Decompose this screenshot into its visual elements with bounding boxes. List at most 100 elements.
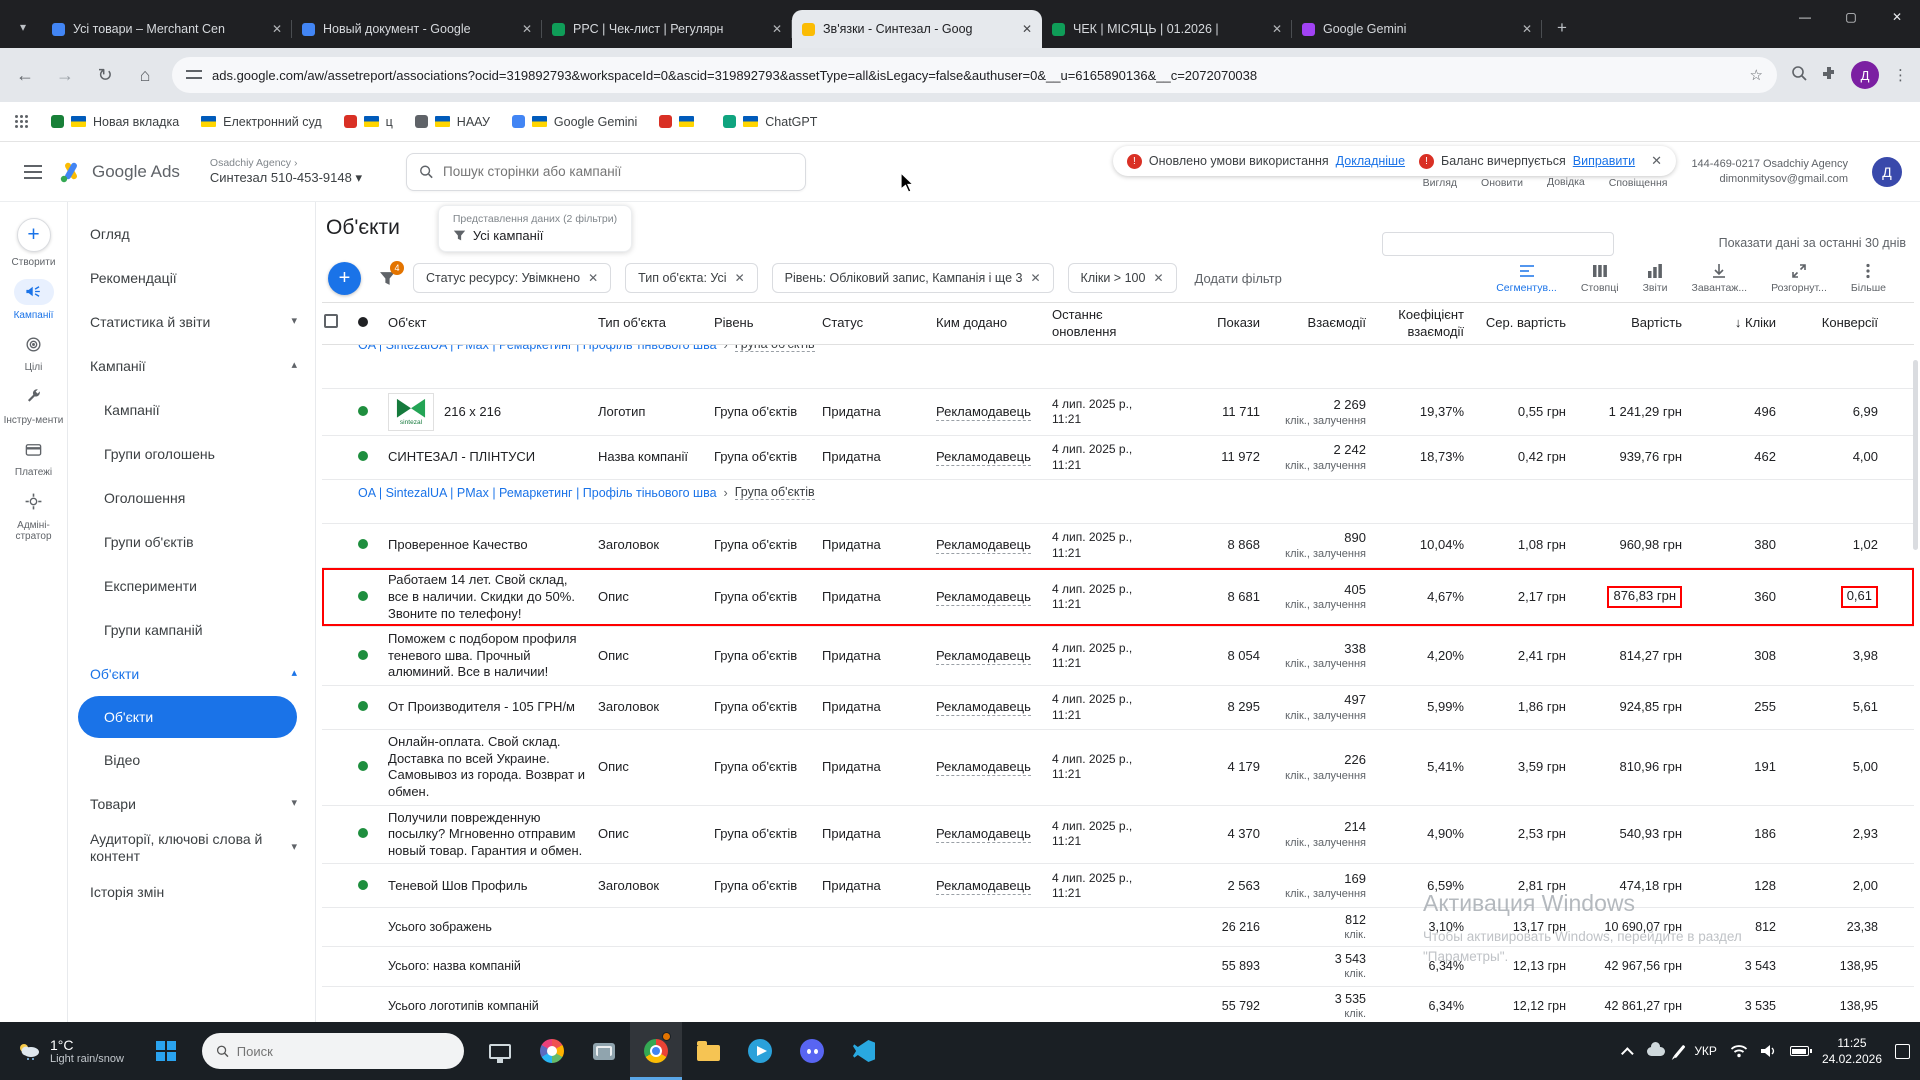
table-row[interactable]: › sintezal Получили поврежденную посылку… — [322, 806, 1914, 865]
sidebar-nav-item[interactable]: Товари — [68, 782, 315, 826]
table-row[interactable]: OA | SintezalUA | PMax | Ремаркетинг | П… — [322, 480, 1914, 524]
col-type[interactable]: Тип об'єкта — [596, 311, 712, 336]
extensions-puzzle-icon[interactable] — [1821, 65, 1837, 85]
sidebar-nav-item[interactable]: Експерименти — [68, 564, 315, 608]
sidebar-nav-item[interactable]: Групи об'єктів — [68, 520, 315, 564]
address-bar[interactable]: ☆ — [172, 57, 1777, 93]
volume-icon[interactable] — [1761, 1044, 1777, 1058]
col-object[interactable]: Об'єкт — [386, 311, 596, 336]
tab-search-icon[interactable]: ▾ — [10, 14, 36, 40]
sidebar-nav-item[interactable]: Історія змін — [68, 870, 315, 914]
col-clicks[interactable]: ↓ Кліки — [1690, 311, 1784, 336]
col-status[interactable]: Статус — [820, 311, 934, 336]
wifi-icon[interactable] — [1730, 1044, 1748, 1058]
table-row[interactable]: › sintezal Работаем 14 лет. Свой склад, … — [322, 568, 1914, 627]
bookmark-item[interactable] — [659, 115, 701, 128]
onedrive-cloud-icon[interactable] — [1647, 1047, 1665, 1056]
filter-chip[interactable]: Тип об'єкта: Усі ✕ — [625, 263, 757, 293]
filter-chip[interactable]: Рівень: Обліковий запис, Кампанія і ще 3… — [772, 263, 1054, 293]
reload-icon[interactable]: ↻ — [92, 65, 118, 86]
new-tab-button[interactable]: + — [1548, 14, 1576, 42]
weather-widget[interactable]: 1°C Light rain/snow — [0, 1022, 140, 1080]
tab-close-icon[interactable]: ✕ — [1522, 22, 1532, 36]
col-impressions[interactable]: Покази — [1172, 311, 1268, 336]
browser-tab[interactable]: Новый документ - Google ✕ — [292, 10, 542, 48]
table-row[interactable]: › sintezal От Производителя - 105 ГРН/м — [322, 686, 1914, 730]
add-button[interactable]: + — [328, 262, 361, 295]
taskbar-search-input[interactable] — [237, 1044, 450, 1059]
sidebar-nav-item[interactable]: Оголошення — [68, 476, 315, 520]
table-row[interactable]: › sintezal Теневой Шов Профиль — [322, 864, 1914, 908]
expand-button[interactable]: Розгорнут... — [1771, 263, 1827, 294]
zoom-icon[interactable] — [1791, 65, 1807, 85]
browser-tab[interactable]: Усі товари – Merchant Cen ✕ — [42, 10, 292, 48]
download-button[interactable]: Завантаж... — [1692, 263, 1748, 294]
applied-filters-icon[interactable]: 4 — [375, 266, 399, 290]
date-range-selector[interactable] — [1382, 232, 1614, 256]
rail-item-admin[interactable]: Адміні-стратор — [2, 489, 66, 543]
table-row[interactable]: OA | SintezalUA | PMax | Ремаркетинг | П… — [322, 345, 1914, 389]
account-selector[interactable]: Osadchiy Agency › Синтезал 510-453-9148 … — [210, 157, 362, 186]
sidebar-nav-item[interactable]: Рекомендації — [68, 256, 315, 300]
ads-search-box[interactable] — [406, 153, 806, 191]
vscode-icon[interactable] — [838, 1022, 890, 1080]
tab-close-icon[interactable]: ✕ — [1272, 22, 1282, 36]
sidebar-nav-item[interactable]: Групи оголошень — [68, 432, 315, 476]
table-row[interactable]: › sintezal СИНТЕЗАЛ - ПЛІНТУСИ — [322, 436, 1914, 480]
asset-group-link[interactable]: Група об'єктів — [735, 485, 815, 500]
chip-close-icon[interactable]: ✕ — [735, 271, 745, 285]
col-conversions[interactable]: Конверсії — [1784, 311, 1886, 336]
campaign-link[interactable]: OA | SintezalUA | PMax | Ремаркетинг | П… — [358, 486, 717, 500]
campaign-link[interactable]: OA | SintezalUA | PMax | Ремаркетинг | П… — [358, 345, 717, 352]
table-row[interactable]: › sintezal Онлайн-оплата. Свой склад. До… — [322, 730, 1914, 806]
col-interactions[interactable]: Взаємодії — [1268, 311, 1374, 336]
sidebar-nav-item[interactable]: Відео — [68, 738, 315, 782]
rail-item-campaigns[interactable]: Кампанії — [2, 279, 66, 322]
table-row[interactable]: › sintezal Усього: назва компаній — [322, 947, 1914, 986]
windows-ink-pen-icon[interactable] — [1674, 1044, 1686, 1057]
bookmark-item[interactable]: Новая вкладка — [51, 115, 179, 129]
taskbar-search[interactable] — [202, 1033, 464, 1069]
browser-tab[interactable]: Зв'язки - Синтезал - Goog ✕ — [792, 10, 1042, 48]
browser-tab[interactable]: Google Gemini ✕ — [1292, 10, 1542, 48]
chip-close-icon[interactable]: ✕ — [1030, 271, 1040, 285]
tab-close-icon[interactable]: ✕ — [522, 22, 532, 36]
sidebar-nav-item[interactable]: Кампанії — [68, 344, 315, 388]
sidebar-nav-item[interactable]: Кампанії — [68, 388, 315, 432]
sidebar-nav-item[interactable]: Групи кампаній — [68, 608, 315, 652]
file-explorer-icon[interactable] — [682, 1022, 734, 1080]
bookmark-item[interactable]: Електронний суд — [201, 115, 321, 129]
ads-search-input[interactable] — [443, 164, 793, 179]
ads-avatar[interactable]: Д — [1872, 157, 1902, 187]
home-icon[interactable]: ⌂ — [132, 65, 158, 86]
col-updated[interactable]: Останнє оновлення — [1050, 303, 1172, 344]
tab-close-icon[interactable]: ✕ — [272, 22, 282, 36]
sidebar-nav-item[interactable]: Статистика й звіти — [68, 300, 315, 344]
segment-button[interactable]: Сегментув... — [1496, 263, 1557, 294]
sidebar-nav-item[interactable]: Аудиторії, ключові слова й контент — [68, 826, 315, 870]
col-level[interactable]: Рівень — [712, 311, 820, 336]
more-button[interactable]: Більше — [1851, 263, 1886, 294]
rail-item-goals[interactable]: Цілі — [2, 331, 66, 374]
bookmark-item[interactable]: ц — [344, 115, 393, 129]
start-button[interactable] — [140, 1022, 192, 1080]
action-center-icon[interactable] — [1895, 1044, 1910, 1059]
photos-wheel-icon[interactable] — [526, 1022, 578, 1080]
balance-notice-link[interactable]: Виправити — [1573, 154, 1635, 168]
table-row[interactable]: › sintezal Проверенное Качество — [322, 524, 1914, 568]
chrome-icon[interactable] — [630, 1022, 682, 1080]
apps-grid-icon[interactable] — [14, 114, 29, 129]
rail-item-billing[interactable]: Платежі — [2, 436, 66, 479]
browser-tab[interactable]: PPC | Чек-лист | Регулярн ✕ — [542, 10, 792, 48]
this-pc-icon[interactable] — [474, 1022, 526, 1080]
mail-app-icon[interactable] — [578, 1022, 630, 1080]
chip-close-icon[interactable]: ✕ — [588, 271, 598, 285]
table-row[interactable]: › sintezal Усього логотипів компаній — [322, 987, 1914, 1022]
create-button[interactable]: + Створити — [2, 218, 66, 269]
tab-close-icon[interactable]: ✕ — [1022, 22, 1032, 36]
chip-close-icon[interactable]: ✕ — [1153, 271, 1163, 285]
maximize-button[interactable]: ▢ — [1828, 0, 1874, 34]
browser-tab[interactable]: ЧЕК | МІСЯЦЬ | 01.2026 | ✕ — [1042, 10, 1292, 48]
forward-icon[interactable]: → — [52, 65, 78, 86]
select-all-checkbox[interactable] — [324, 314, 338, 328]
